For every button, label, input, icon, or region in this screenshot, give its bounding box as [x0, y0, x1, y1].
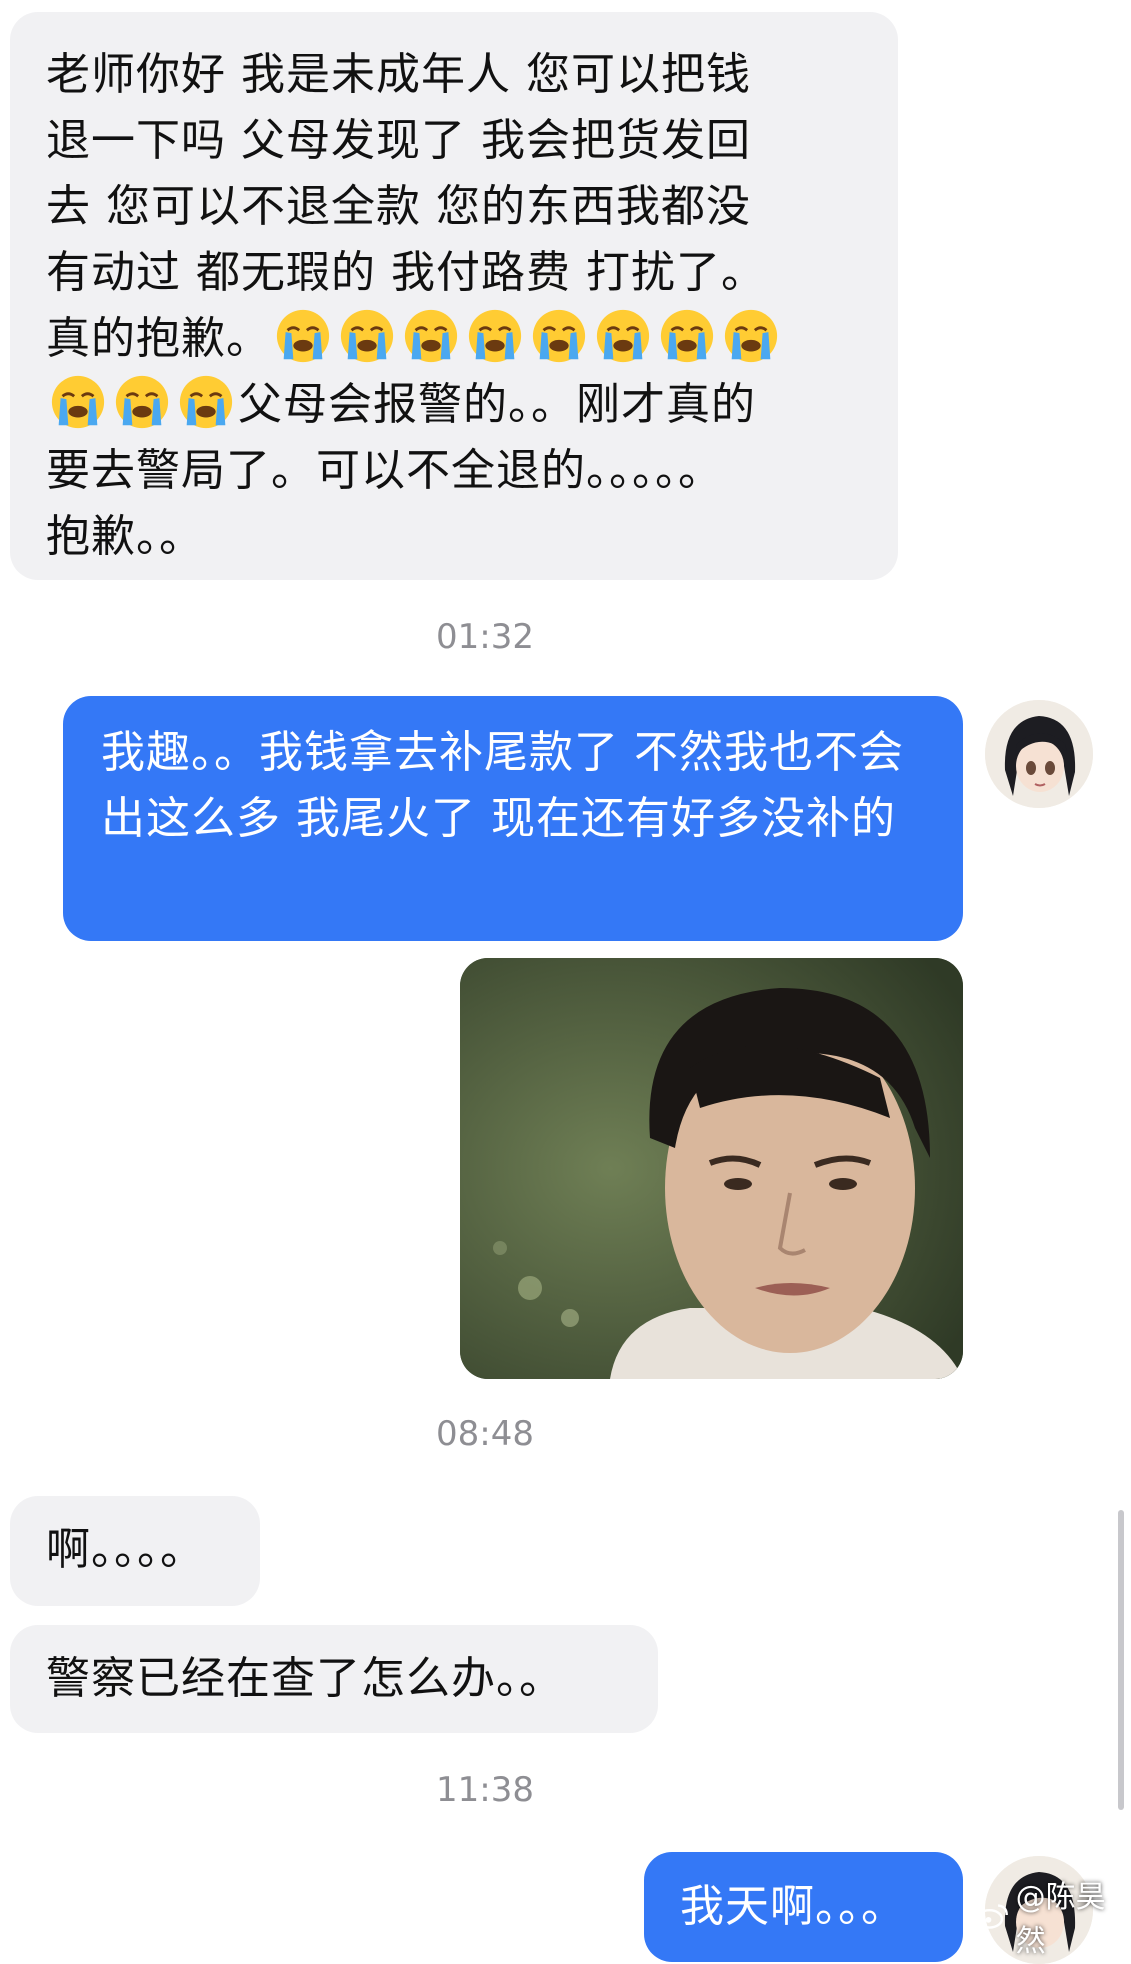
message-bubble-incoming-3[interactable]: 警察已经在查了怎么办。。: [10, 1625, 658, 1733]
message-bubble-incoming-1[interactable]: 老师你好 我是未成年人 您可以把钱 退一下吗 父母发现了 我会把货发回 去 您可…: [10, 12, 898, 580]
weibo-icon: [975, 1904, 1008, 1929]
emoji-row-2: [46, 375, 238, 430]
meme-image[interactable]: [460, 958, 963, 1379]
loudly-crying-face-icon: [468, 309, 522, 363]
message-line-text: 真的抱歉。: [46, 313, 271, 364]
message-text: 我天啊。。。: [680, 1881, 906, 1932]
emoji-row-1: [271, 309, 783, 364]
message-line: 父母会报警的。。刚才真的: [46, 372, 878, 438]
message-bubble-outgoing-2[interactable]: 我天啊。。。: [644, 1852, 963, 1962]
loudly-crying-face-icon: [340, 309, 394, 363]
loudly-crying-face-icon: [660, 309, 714, 363]
loudly-crying-face-icon: [404, 309, 458, 363]
loudly-crying-face-icon: [276, 309, 330, 363]
loudly-crying-face-icon: [179, 375, 233, 429]
message-line: 退一下吗 父母发现了 我会把货发回: [46, 115, 751, 166]
avatar[interactable]: [985, 700, 1093, 808]
loudly-crying-face-icon: [724, 309, 778, 363]
loudly-crying-face-icon: [532, 309, 586, 363]
watermark: @陈昊然: [975, 1880, 1131, 1959]
timestamp: 08:48: [436, 1414, 534, 1454]
meme-photo: [460, 958, 963, 1379]
timestamp: 01:32: [436, 617, 534, 657]
message-line: 老师你好 我是未成年人 您可以把钱: [46, 49, 751, 100]
watermark-text: @陈昊然: [1015, 1880, 1106, 1959]
message-bubble-outgoing-1[interactable]: 我趣。。我钱拿去补尾款了 不然我也不会出这么多 我尾火了 现在还有好多没补的: [63, 696, 963, 941]
anime-avatar-icon: [985, 700, 1093, 808]
message-bubble-incoming-2[interactable]: 啊。。。。: [10, 1496, 260, 1606]
message-line: 真的抱歉。: [46, 306, 878, 372]
message-line: 去 您可以不退全款 您的东西我都没: [46, 181, 751, 232]
message-text: 警察已经在查了怎么办。。: [46, 1653, 564, 1704]
message-text: 我趣。。我钱拿去补尾款了 不然我也不会出这么多 我尾火了 现在还有好多没补的: [101, 727, 904, 844]
loudly-crying-face-icon: [596, 309, 650, 363]
message-text: 啊。。。。: [46, 1524, 205, 1575]
loudly-crying-face-icon: [51, 375, 105, 429]
message-line-text: 父母会报警的。。刚才真的: [238, 379, 756, 430]
message-line: 抱歉。。: [46, 511, 204, 562]
timestamp: 11:38: [436, 1770, 534, 1810]
message-line: 有动过 都无瑕的 我付路费 打扰了。: [46, 247, 766, 298]
loudly-crying-face-icon: [115, 375, 169, 429]
message-line: 要去警局了。可以不全退的。。。。。: [46, 445, 723, 496]
scrollbar[interactable]: [1118, 1510, 1124, 1810]
